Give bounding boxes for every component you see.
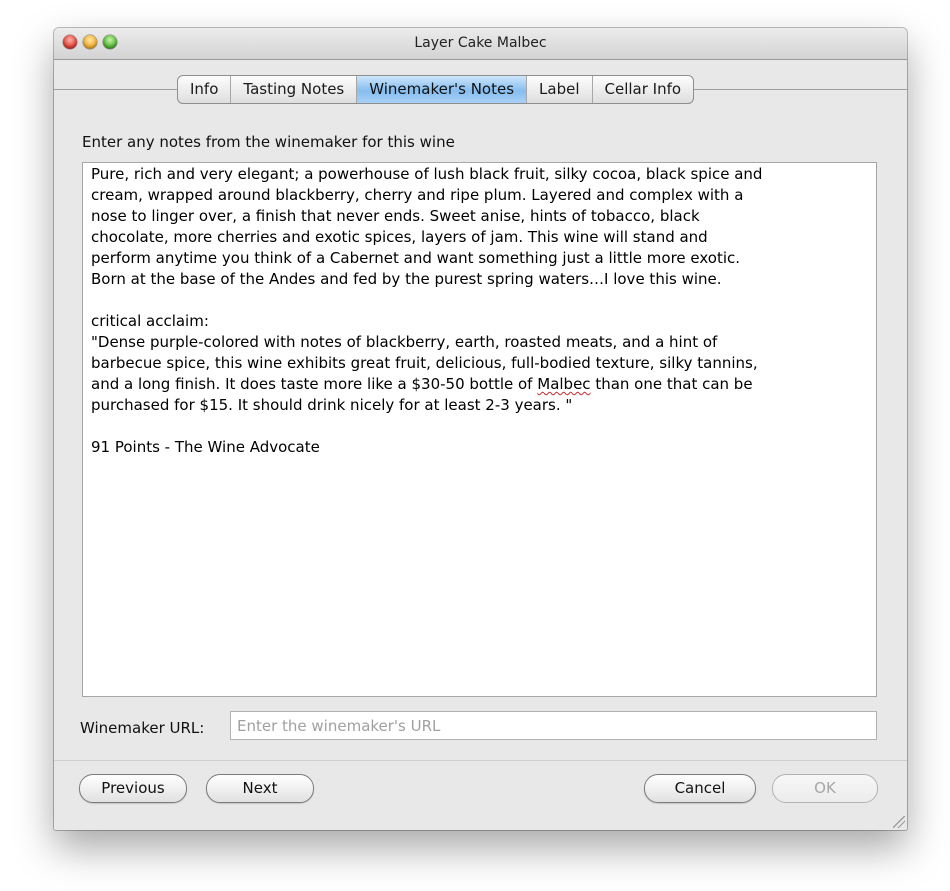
title-bar[interactable]: Layer Cake Malbec	[54, 28, 907, 60]
tab-label[interactable]: Label	[527, 76, 593, 103]
cancel-button[interactable]: Cancel	[644, 774, 756, 803]
resize-grip-icon[interactable]	[893, 816, 905, 828]
tab-winemakers-notes[interactable]: Winemaker's Notes	[357, 76, 528, 103]
tab-tasting-notes[interactable]: Tasting Notes	[231, 76, 358, 103]
tab-cellar-info[interactable]: Cellar Info	[593, 76, 694, 103]
misspelled-word[interactable]: Malbec	[537, 375, 590, 393]
dialog-window: Layer Cake Malbec Info Tasting Notes Win…	[54, 28, 907, 830]
window-title: Layer Cake Malbec	[414, 35, 547, 51]
notes-heading: critical acclaim:	[91, 312, 209, 330]
tab-bar: Info Tasting Notes Winemaker's Notes Lab…	[177, 75, 695, 104]
notes-quote: "Dense purple-colored with notes of blac…	[91, 333, 758, 414]
notes-paragraph: Pure, rich and very elegant; a powerhous…	[91, 165, 763, 288]
ok-button[interactable]: OK	[772, 774, 878, 803]
footer-divider	[54, 760, 907, 761]
tab-info[interactable]: Info	[178, 76, 232, 103]
winemaker-url-input[interactable]	[230, 711, 877, 740]
notes-prompt: Enter any notes from the winemaker for t…	[82, 133, 455, 151]
notes-rating: 91 Points - The Wine Advocate	[91, 438, 320, 456]
previous-button[interactable]: Previous	[79, 774, 187, 803]
winemaker-notes-textarea[interactable]: Pure, rich and very elegant; a powerhous…	[82, 162, 877, 697]
next-button[interactable]: Next	[206, 774, 314, 803]
winemaker-url-label: Winemaker URL:	[80, 719, 205, 737]
